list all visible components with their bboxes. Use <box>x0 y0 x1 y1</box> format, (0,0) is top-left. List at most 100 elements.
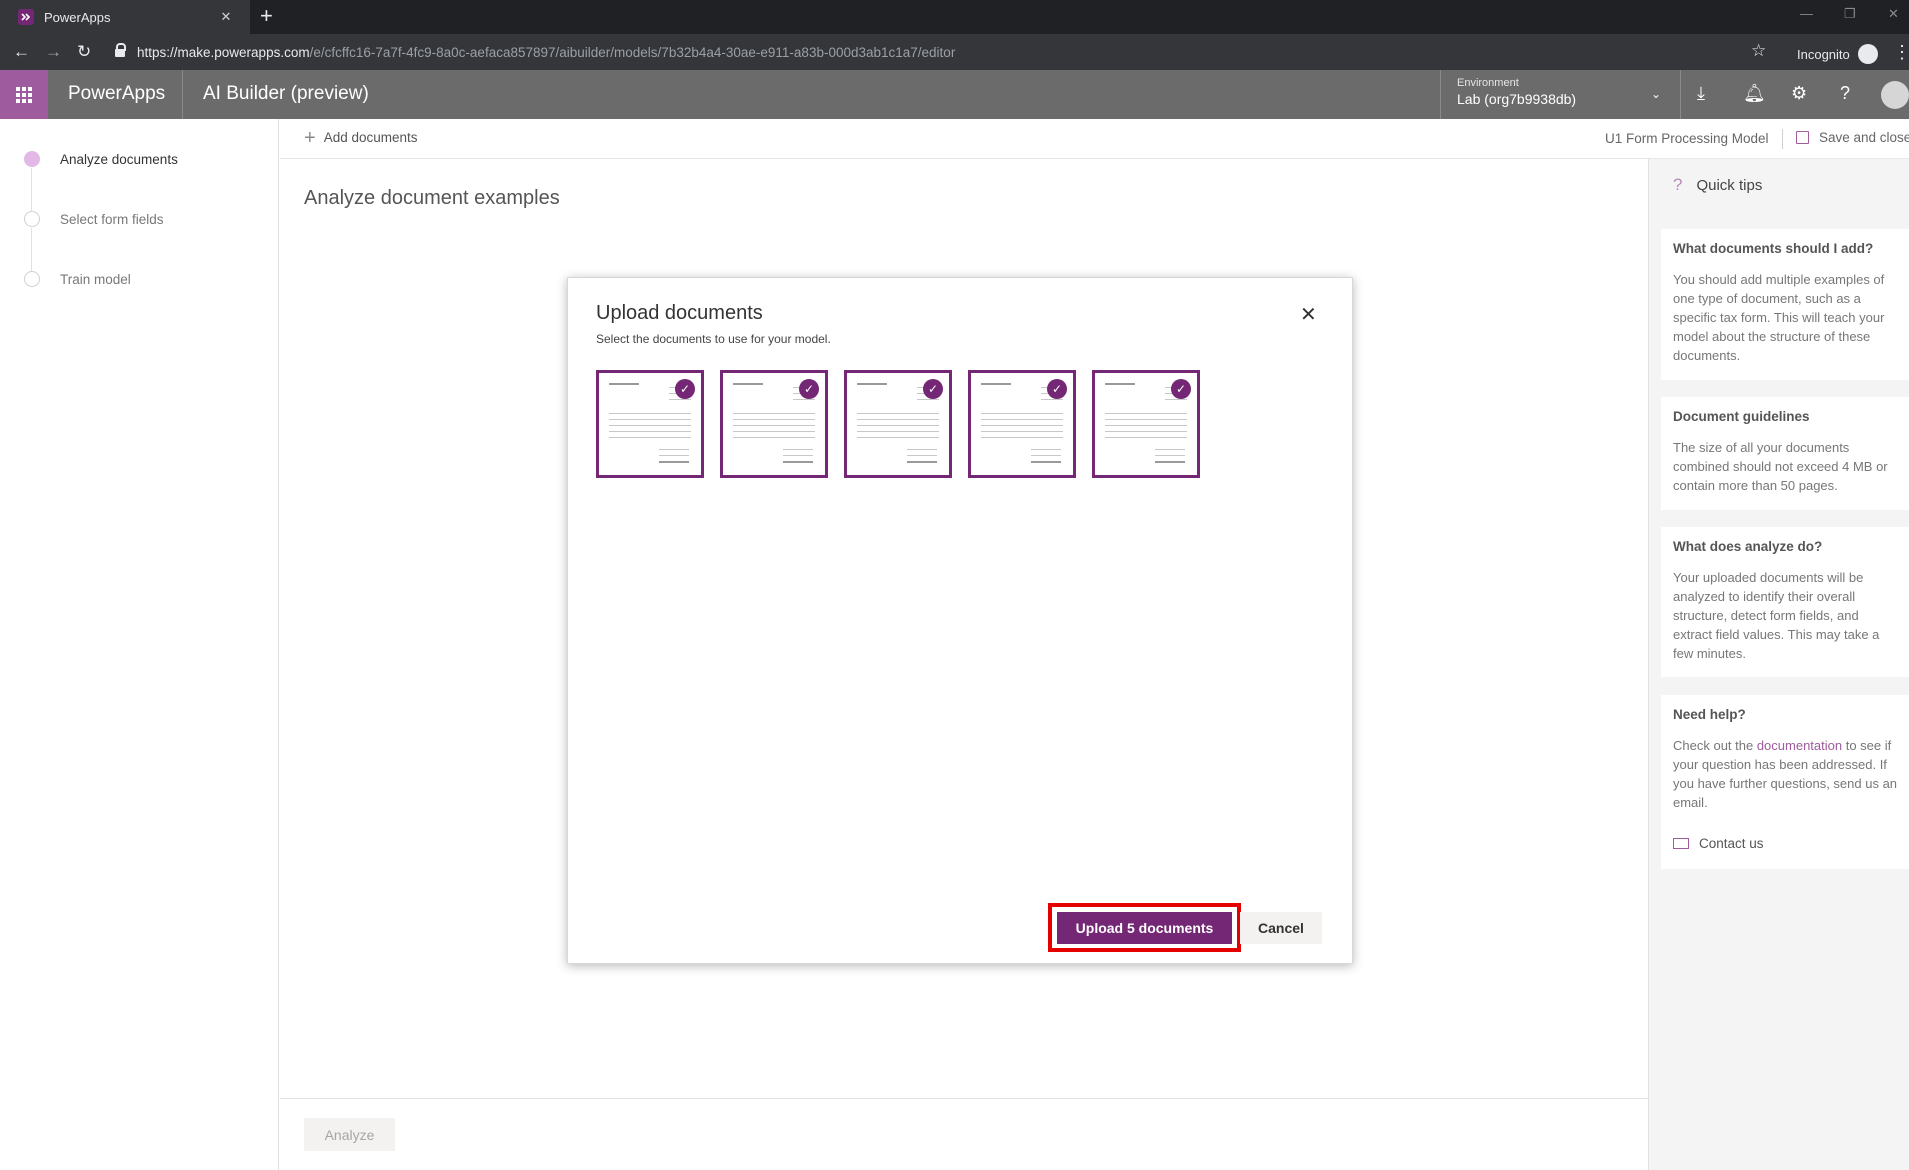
new-tab-icon[interactable]: + <box>260 5 273 27</box>
document-preview-line <box>1031 461 1061 463</box>
document-preview-line <box>783 449 813 450</box>
incognito-icon <box>1857 44 1878 64</box>
document-preview-line <box>981 413 1063 414</box>
document-preview-line <box>1155 449 1185 450</box>
app-header: PowerApps AI Builder (preview) Environme… <box>0 70 1909 119</box>
chevron-down-icon[interactable]: ⌄ <box>1651 87 1661 101</box>
document-preview-line <box>857 425 939 426</box>
browser-tab-title: PowerApps <box>44 9 111 25</box>
document-thumbnail[interactable]: ✓ <box>596 370 704 478</box>
step-active-indicator <box>24 151 40 167</box>
product-title: AI Builder (preview) <box>203 83 369 104</box>
browser-tab-bar: PowerApps ✕ + — ❐ ✕ <box>0 0 1909 34</box>
tip-body-before: Check out the <box>1673 738 1757 753</box>
user-avatar[interactable] <box>1881 81 1909 109</box>
document-thumbnail[interactable]: ✓ <box>844 370 952 478</box>
save-and-close-button[interactable]: Save and close <box>1796 130 1909 145</box>
browser-tab[interactable]: PowerApps ✕ <box>0 0 250 34</box>
add-documents-button[interactable]: + Add documents <box>304 128 418 148</box>
document-preview-line <box>659 461 689 463</box>
environment-picker[interactable]: Environment Lab (org7b9938db) <box>1457 77 1576 107</box>
app-name[interactable]: PowerApps <box>68 83 165 105</box>
browser-menu-icon[interactable]: ⋮ <box>1893 42 1909 63</box>
document-preview-line <box>1105 419 1187 420</box>
save-and-close-label: Save and close <box>1819 130 1909 145</box>
window-close-icon[interactable]: ✕ <box>1888 6 1899 22</box>
checkmark-icon: ✓ <box>1047 379 1067 399</box>
page-title: Analyze document examples <box>304 187 560 209</box>
document-preview-line <box>1105 383 1135 385</box>
tab-close-icon[interactable]: ✕ <box>216 9 236 25</box>
help-icon[interactable]: ? <box>1840 83 1850 104</box>
document-preview-line <box>609 413 691 414</box>
upload-documents-button[interactable]: Upload 5 documents <box>1057 912 1232 944</box>
tip-card: What documents should I add? You should … <box>1661 229 1909 380</box>
mail-icon <box>1673 838 1689 849</box>
document-preview-line <box>917 399 939 400</box>
cancel-button[interactable]: Cancel <box>1240 912 1322 944</box>
dialog-title: Upload documents <box>596 302 763 324</box>
tip-card: Document guidelines The size of all your… <box>1661 397 1909 510</box>
document-preview-line <box>907 449 937 450</box>
header-divider <box>1440 70 1441 119</box>
contact-us-link[interactable]: Contact us <box>1673 836 1898 851</box>
document-preview-line <box>1031 449 1061 450</box>
document-preview-line <box>907 461 937 463</box>
waffle-icon <box>16 86 32 103</box>
minimize-icon[interactable]: — <box>1800 6 1813 21</box>
checkmark-icon: ✓ <box>799 379 819 399</box>
document-preview-line <box>609 431 691 432</box>
document-preview-line <box>981 383 1011 385</box>
document-thumbnail[interactable]: ✓ <box>1092 370 1200 478</box>
document-preview-line <box>733 425 815 426</box>
tip-body: You should add multiple examples of one … <box>1673 272 1885 363</box>
close-icon[interactable]: ✕ <box>1300 302 1317 327</box>
environment-label: Environment <box>1457 77 1519 89</box>
header-divider <box>1680 70 1681 119</box>
document-preview-line <box>659 449 689 450</box>
document-thumbnail[interactable]: ✓ <box>968 370 1076 478</box>
step-label: Select form fields <box>60 211 164 227</box>
quick-tips-title: Quick tips <box>1696 176 1763 194</box>
quick-tips-header: ? Quick tips <box>1673 175 1762 195</box>
app-launcher-button[interactable] <box>0 70 48 119</box>
analyze-button[interactable]: Analyze <box>304 1118 395 1151</box>
notifications-bell-icon[interactable]: 🔔︎ <box>1743 83 1766 104</box>
back-icon[interactable]: ← <box>13 42 30 62</box>
document-preview-line <box>1165 399 1187 400</box>
upload-documents-dialog: Upload documents Select the documents to… <box>567 277 1353 964</box>
document-preview-line <box>1041 399 1063 400</box>
document-preview-line <box>609 425 691 426</box>
help-question-icon: ? <box>1673 175 1683 194</box>
checkmark-icon: ✓ <box>675 379 695 399</box>
url-field[interactable]: https://make.powerapps.com/e/cfcffc16-7a… <box>115 39 1770 65</box>
document-preview-line <box>1105 425 1187 426</box>
checkmark-icon: ✓ <box>1171 379 1191 399</box>
document-preview-line <box>669 399 691 400</box>
reload-icon[interactable]: ↻ <box>77 42 91 62</box>
settings-gear-icon[interactable]: ⚙ <box>1791 83 1807 104</box>
documentation-link[interactable]: documentation <box>1757 738 1842 753</box>
step-select-form-fields[interactable]: Select form fields <box>24 211 164 227</box>
restore-icon[interactable]: ❐ <box>1844 6 1856 22</box>
document-thumbnails: ✓ ✓ ✓ ✓ ✓ <box>596 370 1216 478</box>
document-preview-line <box>659 455 689 456</box>
document-preview-line <box>1031 455 1061 456</box>
download-icon[interactable]: ⤓ <box>1697 83 1705 104</box>
add-documents-label: Add documents <box>323 130 418 145</box>
footer-divider <box>280 1098 1648 1099</box>
document-preview-line <box>733 413 815 414</box>
environment-value: Lab (org7b9938db) <box>1457 91 1577 107</box>
document-preview-line <box>907 455 937 456</box>
document-preview-line <box>1105 437 1187 438</box>
step-train-model[interactable]: Train model <box>24 271 131 287</box>
document-preview-line <box>1105 431 1187 432</box>
browser-address-bar: ← → ↻ https://make.powerapps.com/e/cfcff… <box>0 34 1909 70</box>
document-thumbnail[interactable]: ✓ <box>720 370 828 478</box>
document-preview-line <box>1155 461 1185 463</box>
forward-icon[interactable]: → <box>45 42 62 62</box>
step-analyze-documents[interactable]: Analyze documents <box>24 151 178 167</box>
bookmark-star-icon[interactable]: ☆ <box>1751 41 1766 61</box>
incognito-indicator: Incognito <box>1797 44 1878 64</box>
command-divider <box>1782 129 1783 149</box>
